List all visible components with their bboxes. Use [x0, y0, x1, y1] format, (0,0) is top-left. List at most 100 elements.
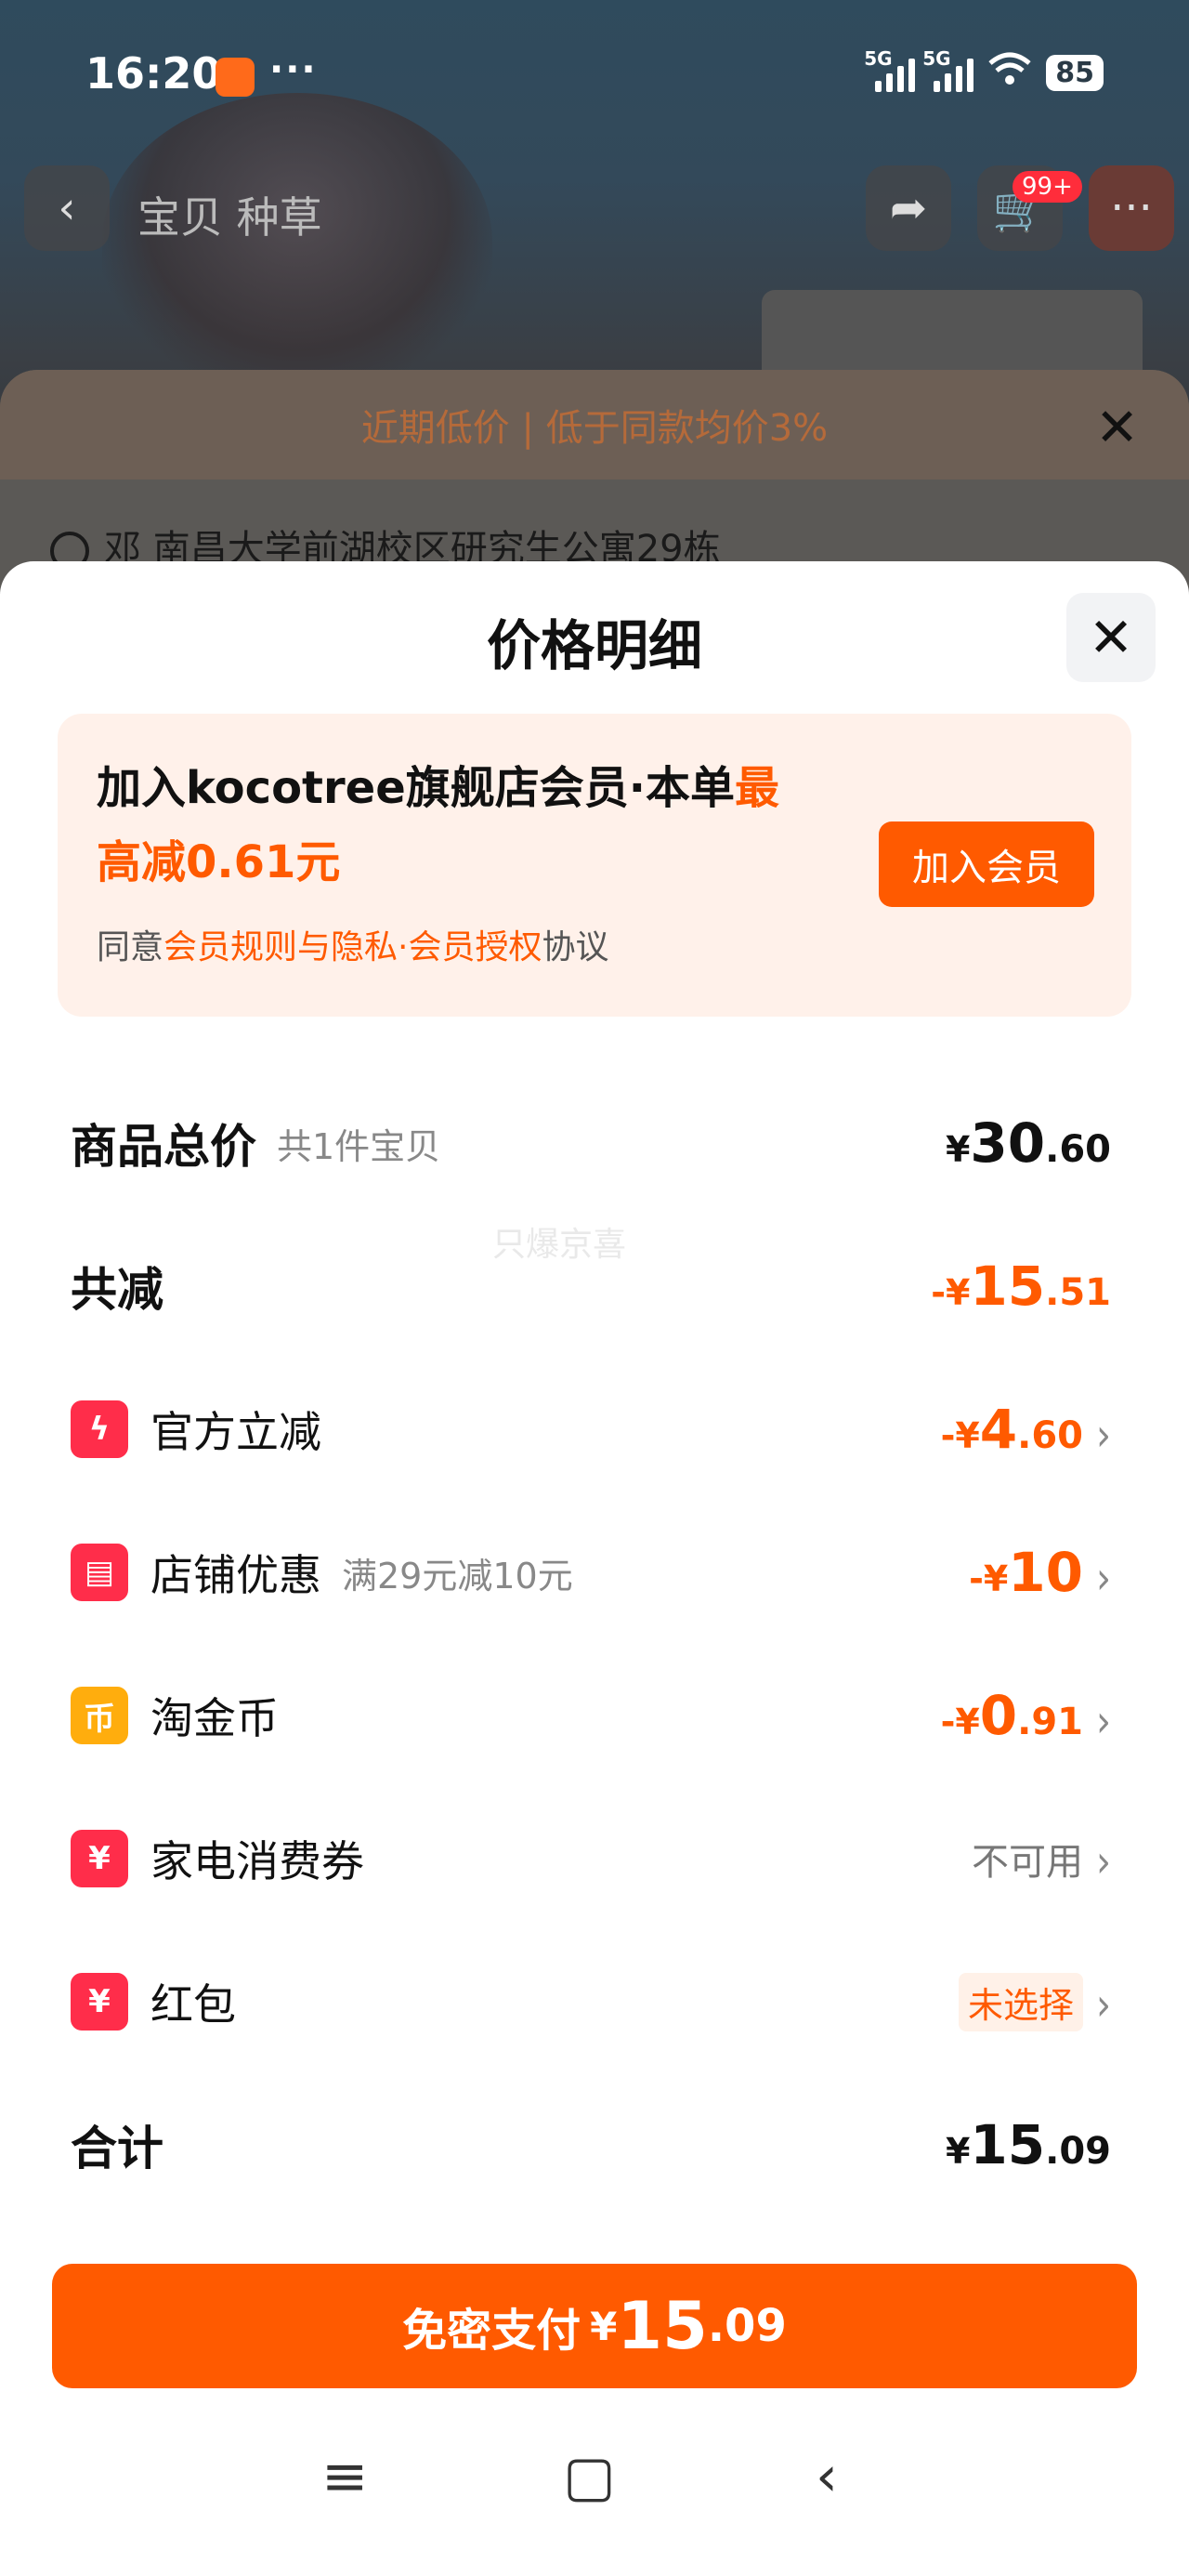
coin-dec: .91	[1017, 1701, 1083, 1743]
pay-dec: .09	[707, 2300, 787, 2352]
coin-label: 淘金币	[150, 1693, 279, 1743]
back-icon[interactable]: ‹	[816, 2444, 838, 2509]
price-detail-sheet: 价格明细 ✕ 加入kocotree旗舰店会员·本单最 高减0.61元 同意会员规…	[0, 561, 1189, 2576]
sim1-label: 5G	[864, 46, 893, 70]
discount-int: 15	[970, 1255, 1046, 1318]
agreement-link[interactable]: 会员规则与隐私·会员授权	[163, 928, 542, 966]
home-icon[interactable]: ▢	[563, 2444, 616, 2509]
official-currency: -¥	[940, 1415, 980, 1456]
shop-amount: -¥10	[969, 1541, 1083, 1604]
red-packet-icon: ¥	[71, 1973, 128, 2031]
sum-label: 合计	[71, 2122, 163, 2175]
battery-indicator: 85	[1046, 55, 1104, 91]
chevron-right-icon: ›	[1096, 1410, 1111, 1462]
official-right: -¥4.60 ›	[941, 1398, 1111, 1462]
status-bar: 16:20 ··· 5G 5G 85	[0, 0, 1189, 139]
share-icon: ➦	[889, 182, 928, 234]
shop-icon: ▤	[71, 1544, 128, 1601]
close-icon: ✕	[1088, 606, 1134, 669]
status-icons: 5G 5G 85	[864, 47, 1104, 94]
sheet-title: 价格明细	[486, 614, 702, 677]
official-amount: -¥4.60	[941, 1398, 1083, 1461]
row-official-discount[interactable]: ϟ 官方立减 -¥4.60 ›	[71, 1383, 1111, 1476]
close-button[interactable]: ✕	[1066, 593, 1156, 682]
chevron-right-icon: ›	[1096, 1696, 1111, 1748]
sum-currency: ¥	[945, 2131, 971, 2172]
row-total-price: 商品总价 共1件宝贝 ¥30.60	[71, 1097, 1111, 1189]
total-count: 共1件宝贝	[277, 1125, 441, 1167]
system-nav-bar: ≡ ▢ ‹	[0, 2416, 1189, 2528]
pay-currency: ¥	[590, 2303, 618, 2349]
member-offer-highlight: 最	[735, 762, 780, 814]
chevron-right-icon: ›	[1096, 1553, 1111, 1605]
low-price-text: 近期低价 | 低于同款均价3%	[360, 407, 829, 450]
sim2-label: 5G	[922, 46, 951, 70]
coin-right: -¥0.91 ›	[941, 1684, 1111, 1748]
member-offer-line2: 高减0.61元	[97, 836, 341, 888]
member-agreement: 同意会员规则与隐私·会员授权协议	[97, 920, 608, 968]
discount-dec: .51	[1045, 1271, 1111, 1314]
redpacket-status: 未选择	[958, 1972, 1083, 2031]
row-discount-total: 共减 -¥ 15.51	[71, 1240, 1111, 1333]
coin-amount: -¥0.91	[941, 1684, 1083, 1747]
back-button[interactable]: ‹	[24, 165, 110, 251]
pay-label: 免密支付	[402, 2305, 581, 2357]
chevron-left-icon: ‹	[58, 182, 76, 234]
cart-badge: 99+	[1013, 171, 1082, 203]
redpacket-right: 未选择 ›	[958, 1972, 1111, 2031]
voucher-icon: ¥	[71, 1830, 128, 1887]
chevron-right-icon: ›	[1096, 1836, 1111, 1888]
total-dec: .60	[1045, 1128, 1111, 1171]
agree-suffix: 协议	[542, 928, 609, 966]
agree-prefix: 同意	[97, 928, 164, 966]
discount-amount: -¥ 15.51	[931, 1255, 1111, 1318]
official-dec: .60	[1017, 1414, 1083, 1457]
total-label: 商品总价	[71, 1120, 256, 1174]
pay-int: 15	[617, 2288, 708, 2364]
signal-1-icon: 5G	[864, 47, 916, 92]
wifi-icon	[988, 52, 1031, 94]
row-taojinbi[interactable]: 币 淘金币 -¥0.91 ›	[71, 1669, 1111, 1762]
share-button[interactable]: ➦	[866, 165, 951, 251]
coin-currency: -¥	[940, 1702, 980, 1742]
more-icon: ···	[1110, 182, 1153, 234]
sum-dec: .09	[1045, 2130, 1111, 2173]
low-price-banner: 近期低价 | 低于同款均价3% ✕	[0, 370, 1189, 480]
taobao-app-icon	[216, 58, 255, 97]
shop-rule: 满29元减10元	[342, 1555, 573, 1597]
close-banner-icon[interactable]: ✕	[1095, 398, 1139, 458]
discount-currency: -¥	[931, 1272, 971, 1313]
member-offer-line1: 加入kocotree旗舰店会员·本单最	[97, 751, 779, 816]
menu-icon[interactable]: ≡	[321, 2444, 368, 2509]
shop-int: 10	[1008, 1541, 1083, 1604]
total-amount: ¥30.60	[946, 1111, 1111, 1175]
chevron-right-icon: ›	[1096, 1978, 1111, 2031]
shop-right: -¥10 ›	[969, 1541, 1111, 1605]
row-shop-discount[interactable]: ▤ 店铺优惠 满29元减10元 -¥10 ›	[71, 1526, 1111, 1619]
more-notifications-icon: ···	[269, 48, 318, 91]
sum-int: 15	[970, 2113, 1046, 2176]
member-banner: 加入kocotree旗舰店会员·本单最 高减0.61元 同意会员规则与隐私·会员…	[58, 714, 1131, 1017]
shop-currency: -¥	[969, 1558, 1009, 1599]
row-appliance-voucher[interactable]: ¥ 家电消费券 不可用 ›	[71, 1812, 1111, 1905]
shop-label: 店铺优惠	[150, 1550, 321, 1600]
row-red-packet[interactable]: ¥ 红包 未选择 ›	[71, 1955, 1111, 2048]
lightning-icon: ϟ	[71, 1400, 128, 1458]
member-offer-text: 加入kocotree旗舰店会员·本单	[97, 762, 736, 814]
more-button[interactable]: ···	[1089, 165, 1174, 251]
product-nav-bar: ‹ 宝贝 种草 ➦ 🛒 99+ ···	[0, 149, 1189, 269]
pay-button[interactable]: 免密支付 ¥ 15 .09	[52, 2264, 1137, 2388]
total-currency: ¥	[945, 1129, 971, 1170]
sum-amount: ¥15.09	[946, 2113, 1111, 2176]
status-time: 16:20	[85, 48, 222, 99]
product-tabs[interactable]: 宝贝 种草	[137, 184, 322, 245]
signal-2-icon: 5G	[922, 47, 974, 92]
appliance-right: 不可用 ›	[972, 1832, 1111, 1888]
redpacket-label: 红包	[150, 1979, 236, 2030]
official-label: 官方立减	[150, 1407, 321, 1457]
row-sum: 合计 ¥15.09	[71, 2098, 1111, 2191]
official-int: 4	[979, 1398, 1018, 1461]
appliance-status: 不可用	[972, 1841, 1083, 1884]
coin-icon: 币	[71, 1687, 128, 1744]
join-member-button[interactable]: 加入会员	[879, 821, 1094, 907]
